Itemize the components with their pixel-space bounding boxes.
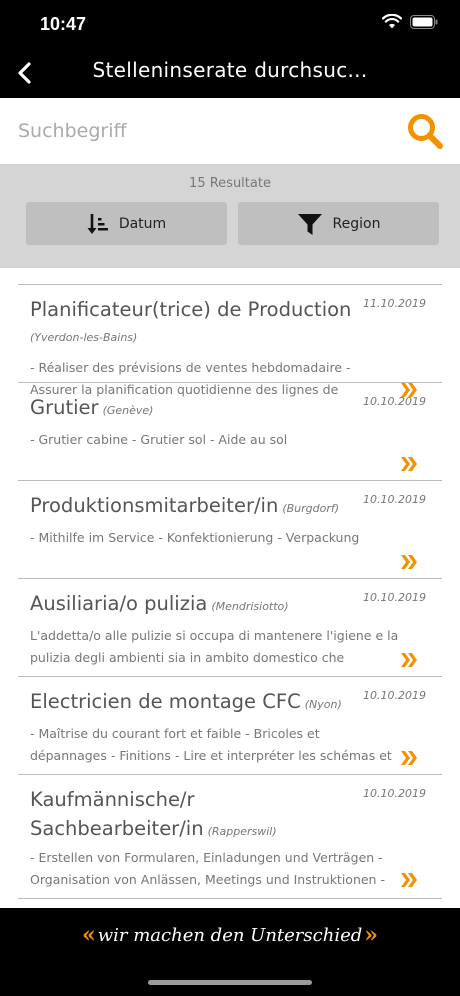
search-bar xyxy=(0,98,460,164)
status-time: 10:47 xyxy=(40,14,87,34)
list-item[interactable]: Kaufmännische/r Sachbearbeiter/in (Rapper… xyxy=(18,775,442,899)
chevron-double-right-icon xyxy=(401,653,417,667)
job-date: 10.10.2019 xyxy=(363,591,426,604)
list-item[interactable]: Produktionsmitarbeiter/in (Burgdorf) 10.1… xyxy=(18,481,442,579)
job-description: - Erstellen von Formularen, Einladungen … xyxy=(30,850,385,887)
region-filter-button[interactable]: Region xyxy=(238,202,439,245)
job-title: Kaufmännische/r Sachbearbeiter/in xyxy=(30,788,204,840)
slogan: « wir machen den Unterschied » xyxy=(0,922,460,948)
job-date: 10.10.2019 xyxy=(363,787,426,800)
job-location: (Mendrisiotto) xyxy=(211,600,289,613)
back-button[interactable] xyxy=(6,56,42,90)
filter-area: 15 Resultate Datum Region xyxy=(0,164,460,268)
job-title: Ausiliaria/o pulizia xyxy=(30,592,208,615)
job-description: L'addetta/o alle pulizie si occupa di ma… xyxy=(30,628,399,665)
list-item[interactable]: Ausiliaria/o pulizia (Mendrisiotto) 10.10… xyxy=(18,579,442,677)
job-title-line: Produktionsmitarbeiter/in (Burgdorf) xyxy=(30,491,360,523)
job-location: (Genève) xyxy=(102,404,154,417)
job-description: - Maîtrise du courant fort et faible - B… xyxy=(30,726,392,763)
job-title: Produktionsmitarbeiter/in xyxy=(30,494,279,517)
wifi-icon xyxy=(382,14,402,29)
job-list: Planificateur(trice) de Production (Yver… xyxy=(18,284,442,908)
search-button[interactable] xyxy=(406,112,444,150)
job-description: - Grutier cabine - Grutier sol - Aide au… xyxy=(30,432,288,447)
sort-date-button[interactable]: Datum xyxy=(26,202,227,245)
job-title: Grutier xyxy=(30,396,99,419)
job-title-line: Kaufmännische/r Sachbearbeiter/in (Rapper… xyxy=(30,785,330,846)
job-title: Electricien de montage CFC xyxy=(30,690,301,713)
search-icon xyxy=(408,114,443,149)
list-item[interactable]: Planificateur(trice) de Production (Yver… xyxy=(18,285,442,397)
job-description: - Mithilfe im Service - Konfektionierung… xyxy=(30,530,360,545)
job-title-line: Electricien de montage CFC (Nyon) xyxy=(30,687,360,719)
job-date: 10.10.2019 xyxy=(363,395,426,408)
nav-bar: Stelleninserate durchsuc... xyxy=(0,48,460,98)
filter-funnel-icon xyxy=(297,213,322,235)
slogan-close-mark: » xyxy=(364,922,378,948)
job-location: (Burgdorf) xyxy=(282,502,340,515)
page-title: Stelleninserate durchsuc... xyxy=(92,58,368,82)
list-item[interactable]: Electricien de montage CFC (Nyon) 10.10.2… xyxy=(18,677,442,775)
status-bar: 10:47 xyxy=(0,0,460,48)
job-location: (Yverdon-les-Bains) xyxy=(30,331,138,344)
job-location: (Nyon) xyxy=(304,698,342,711)
slogan-text: wir machen den Unterschied xyxy=(97,924,363,946)
job-date: 11.10.2019 xyxy=(363,297,426,310)
sort-descending-icon xyxy=(87,213,108,234)
chevron-left-icon xyxy=(18,62,31,84)
job-title-line: Ausiliaria/o pulizia (Mendrisiotto) xyxy=(30,589,360,621)
job-date: 10.10.2019 xyxy=(363,493,426,506)
job-title-line: Grutier (Genève) xyxy=(30,393,360,425)
sort-date-label: Datum xyxy=(118,215,167,232)
job-title: Planificateur(trice) de Production xyxy=(30,298,352,321)
battery-icon xyxy=(410,14,438,29)
chevron-double-right-icon xyxy=(401,873,417,887)
chevron-double-right-icon xyxy=(401,555,417,569)
chevron-double-right-icon xyxy=(401,751,417,765)
list-item[interactable]: Grutier (Genève) 10.10.2019 - Grutier cab… xyxy=(18,383,442,481)
footer: « wir machen den Unterschied » xyxy=(0,908,460,996)
chevron-double-right-icon xyxy=(401,457,417,471)
slogan-open-mark: « xyxy=(81,922,96,948)
home-indicator xyxy=(148,980,312,985)
search-input[interactable] xyxy=(18,112,388,150)
status-icons xyxy=(382,14,438,29)
job-location: (Rapperswil) xyxy=(207,825,277,838)
region-filter-label: Region xyxy=(332,215,381,232)
result-count: 15 Resultate xyxy=(189,176,271,191)
job-date: 10.10.2019 xyxy=(363,689,426,702)
